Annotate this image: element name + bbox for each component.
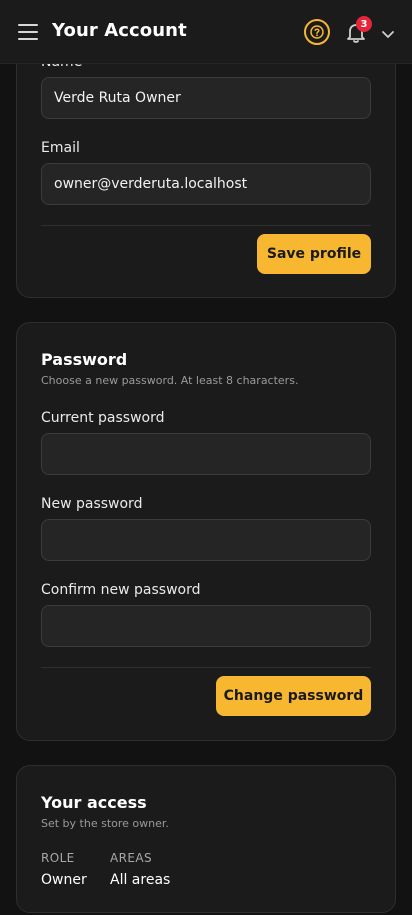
email-label: Email: [41, 140, 80, 156]
areas-value: All areas: [110, 872, 171, 888]
role-value: Owner: [41, 872, 87, 888]
role-key: ROLE: [41, 851, 75, 865]
profile-divider: [41, 225, 371, 226]
access-title: Your access: [41, 793, 147, 812]
top-bar: Your Account 3: [0, 0, 412, 64]
name-input[interactable]: [41, 77, 371, 119]
save-profile-button[interactable]: Save profile: [257, 234, 371, 274]
password-title: Password: [41, 350, 128, 369]
new-password-label: New password: [41, 496, 143, 512]
current-password-label: Current password: [41, 410, 165, 426]
password-subtitle: Choose a new password. At least 8 charac…: [41, 374, 299, 387]
password-card: Password Choose a new password. At least…: [16, 322, 396, 741]
current-password-input[interactable]: [41, 433, 371, 475]
areas-key: AREAS: [110, 851, 152, 865]
chevron-down-icon[interactable]: [381, 26, 395, 38]
new-password-input[interactable]: [41, 519, 371, 561]
notification-count-badge: 3: [356, 16, 372, 32]
menu-icon[interactable]: [18, 24, 38, 40]
page-title: Your Account: [52, 20, 187, 41]
confirm-password-label: Confirm new password: [41, 582, 201, 598]
access-subtitle: Set by the store owner.: [41, 817, 169, 830]
access-card: Your access Set by the store owner. ROLE…: [16, 765, 396, 913]
help-icon[interactable]: [304, 19, 330, 45]
change-password-button[interactable]: Change password: [216, 676, 371, 716]
password-divider: [41, 667, 371, 668]
email-input[interactable]: [41, 163, 371, 205]
confirm-password-input[interactable]: [41, 605, 371, 647]
